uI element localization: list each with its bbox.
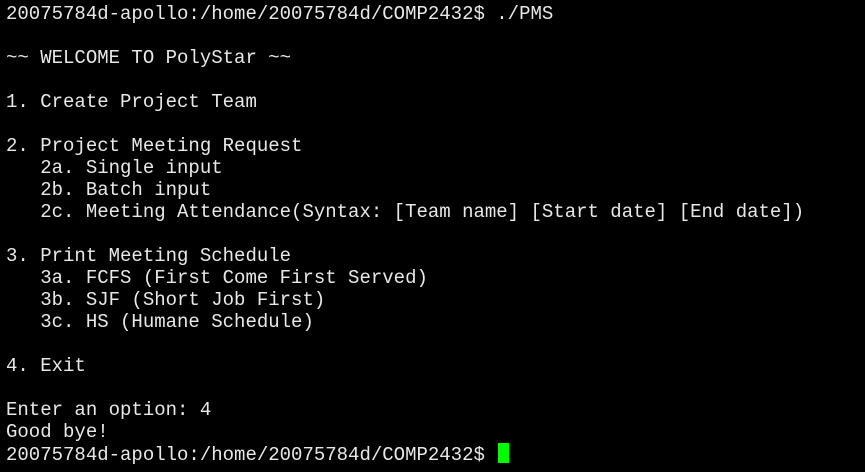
menu-suboption-single-input: 2a. Single input <box>6 157 223 179</box>
menu-suboption-meeting-attendance: 2c. Meeting Attendance(Syntax: [Team nam… <box>6 201 805 223</box>
option-input-line: Enter an option: 4 <box>6 399 212 421</box>
shell-prompt-line[interactable]: 20075784d-apollo:/home/20075784d/COMP243… <box>6 443 804 466</box>
menu-suboption-fcfs: 3a. FCFS (First Come First Served) <box>6 267 428 289</box>
text-cursor[interactable] <box>498 443 510 463</box>
terminal-output: 20075784d-apollo:/home/20075784d/COMP243… <box>6 3 805 466</box>
welcome-banner: ~~ WELCOME TO PolyStar ~~ <box>6 47 292 69</box>
menu-option-create-team: 1. Create Project Team <box>6 91 257 113</box>
menu-option-print-schedule: 3. Print Meeting Schedule <box>6 245 292 267</box>
shell-prompt: 20075784d-apollo:/home/20075784d/COMP243… <box>6 444 497 466</box>
menu-option-meeting-request: 2. Project Meeting Request <box>6 135 303 157</box>
goodbye-message: Good bye! <box>6 421 109 443</box>
menu-suboption-sjf: 3b. SJF (Short Job First) <box>6 289 326 311</box>
command-line: 20075784d-apollo:/home/20075784d/COMP243… <box>6 3 554 25</box>
menu-suboption-hs: 3c. HS (Humane Schedule) <box>6 311 314 333</box>
clipped-previous-output <box>430 0 520 1</box>
menu-suboption-batch-input: 2b. Batch input <box>6 179 212 201</box>
menu-option-exit: 4. Exit <box>6 355 86 377</box>
terminal-window[interactable]: 20075784d-apollo:/home/20075784d/COMP243… <box>0 0 865 472</box>
